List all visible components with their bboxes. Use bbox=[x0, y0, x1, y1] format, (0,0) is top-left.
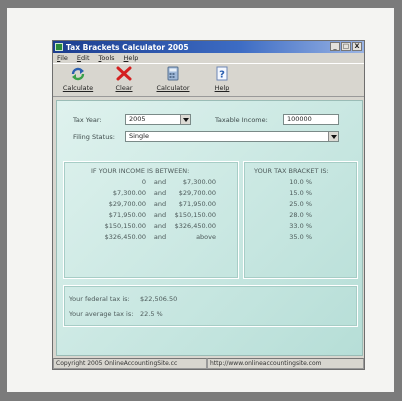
status-bar: Copyright 2005 OnlineAccountingSite.cc h… bbox=[53, 358, 364, 370]
tax-bracket-panel: YOUR TAX BRACKET IS: 10.0 % 15.0 % 25.0 … bbox=[243, 161, 358, 279]
calculator-label: Calculator bbox=[156, 84, 190, 92]
filing-status-value: Single bbox=[129, 132, 149, 140]
average-tax-value: 22.5 % bbox=[140, 310, 163, 318]
bracket-low: $326,450.00 bbox=[104, 233, 146, 241]
calculator-button[interactable]: Calculator bbox=[147, 64, 199, 96]
bracket-high: $150,150.00 bbox=[174, 211, 216, 219]
bracket-row: $7,300.00 and $29,700.00 bbox=[64, 189, 240, 199]
help-button[interactable]: ? Help bbox=[199, 64, 245, 96]
bracket-and: and bbox=[153, 200, 167, 208]
maximize-button[interactable]: □ bbox=[341, 42, 351, 51]
x-icon bbox=[116, 66, 132, 81]
bracket-rate: 25.0 % bbox=[289, 200, 312, 208]
menu-help[interactable]: Help bbox=[124, 54, 139, 62]
bracket-row: $150,150.00 and $326,450.00 bbox=[64, 222, 240, 232]
bracket-low: $7,300.00 bbox=[112, 189, 146, 197]
bracket-high: $7,300.00 bbox=[182, 178, 216, 186]
tax-year-label: Tax Year: bbox=[73, 116, 102, 124]
filing-status-label: Filing Status: bbox=[73, 133, 115, 141]
filing-status-select[interactable]: Single bbox=[125, 131, 339, 142]
bracket-row: $71,950.00 and $150,150.00 bbox=[64, 211, 240, 221]
bracket-and: and bbox=[153, 178, 167, 186]
clear-button[interactable]: Clear bbox=[101, 64, 147, 96]
bracket-row: $29,700.00 and $71,950.00 bbox=[64, 200, 240, 210]
bracket-high: $29,700.00 bbox=[178, 189, 216, 197]
status-url[interactable]: http://www.onlineaccountingsite.com bbox=[207, 358, 364, 369]
bracket-low: 0 bbox=[141, 178, 146, 186]
average-tax-label: Your average tax is: bbox=[69, 310, 134, 318]
federal-tax-label: Your federal tax is: bbox=[69, 295, 130, 303]
income-range-heading: IF YOUR INCOME IS BETWEEN: bbox=[91, 167, 190, 175]
help-icon: ? bbox=[214, 66, 230, 81]
main-panel: Tax Year: 2005 Taxable Income: 100000 Fi… bbox=[56, 100, 363, 356]
bracket-and: and bbox=[153, 222, 167, 230]
bracket-rate: 33.0 % bbox=[289, 222, 312, 230]
calculate-button[interactable]: Calculate bbox=[55, 64, 101, 96]
window-controls: _ □ X bbox=[330, 42, 362, 51]
bracket-rate: 28.0 % bbox=[289, 211, 312, 219]
federal-tax-value: $22,506.50 bbox=[140, 295, 178, 303]
help-label: Help bbox=[214, 84, 230, 92]
bracket-high: above bbox=[196, 233, 216, 241]
chevron-down-icon[interactable] bbox=[328, 132, 338, 141]
close-button[interactable]: X bbox=[352, 42, 362, 51]
bracket-low: $150,150.00 bbox=[104, 222, 146, 230]
bracket-high: $71,950.00 bbox=[178, 200, 216, 208]
bracket-row: $326,450.00 and above bbox=[64, 233, 240, 243]
calculate-label: Calculate bbox=[62, 84, 94, 92]
taxable-income-label: Taxable Income: bbox=[215, 116, 268, 124]
taxable-income-value: 100000 bbox=[287, 115, 312, 123]
toolbar: Calculate Clear Calculator ? Help bbox=[53, 63, 364, 97]
refresh-icon bbox=[70, 66, 86, 81]
income-range-panel: IF YOUR INCOME IS BETWEEN: 0 and $7,300.… bbox=[63, 161, 239, 279]
app-window: Tax Brackets Calculator 2005 _ □ X File … bbox=[52, 40, 365, 370]
bracket-and: and bbox=[153, 211, 167, 219]
title-bar[interactable]: Tax Brackets Calculator 2005 _ □ X bbox=[53, 41, 364, 53]
bracket-rate: 10.0 % bbox=[289, 178, 312, 186]
bracket-low: $71,950.00 bbox=[108, 211, 146, 219]
menu-edit[interactable]: Edit bbox=[77, 54, 90, 62]
bracket-and: and bbox=[153, 233, 167, 241]
clear-label: Clear bbox=[115, 84, 133, 92]
bracket-row: 0 and $7,300.00 bbox=[64, 178, 240, 188]
svg-text:?: ? bbox=[219, 70, 225, 81]
tax-year-value: 2005 bbox=[129, 115, 146, 123]
bracket-low: $29,700.00 bbox=[108, 200, 146, 208]
chevron-down-icon[interactable] bbox=[180, 115, 190, 124]
window-title: Tax Brackets Calculator 2005 bbox=[66, 42, 189, 52]
bracket-rate: 35.0 % bbox=[289, 233, 312, 241]
minimize-button[interactable]: _ bbox=[330, 42, 340, 51]
tax-bracket-heading: YOUR TAX BRACKET IS: bbox=[254, 167, 329, 175]
taxable-income-input[interactable]: 100000 bbox=[283, 114, 339, 125]
menu-tools[interactable]: Tools bbox=[99, 54, 115, 62]
menu-file[interactable]: File bbox=[57, 54, 68, 62]
menu-bar: File Edit Tools Help bbox=[53, 53, 364, 63]
calculator-icon bbox=[165, 66, 181, 81]
bracket-and: and bbox=[153, 189, 167, 197]
app-icon bbox=[55, 43, 63, 51]
bracket-rate: 15.0 % bbox=[289, 189, 312, 197]
bracket-high: $326,450.00 bbox=[174, 222, 216, 230]
results-panel: Your federal tax is: $22,506.50 Your ave… bbox=[63, 285, 358, 327]
tax-year-select[interactable]: 2005 bbox=[125, 114, 191, 125]
status-copyright: Copyright 2005 OnlineAccountingSite.cc bbox=[53, 358, 207, 369]
